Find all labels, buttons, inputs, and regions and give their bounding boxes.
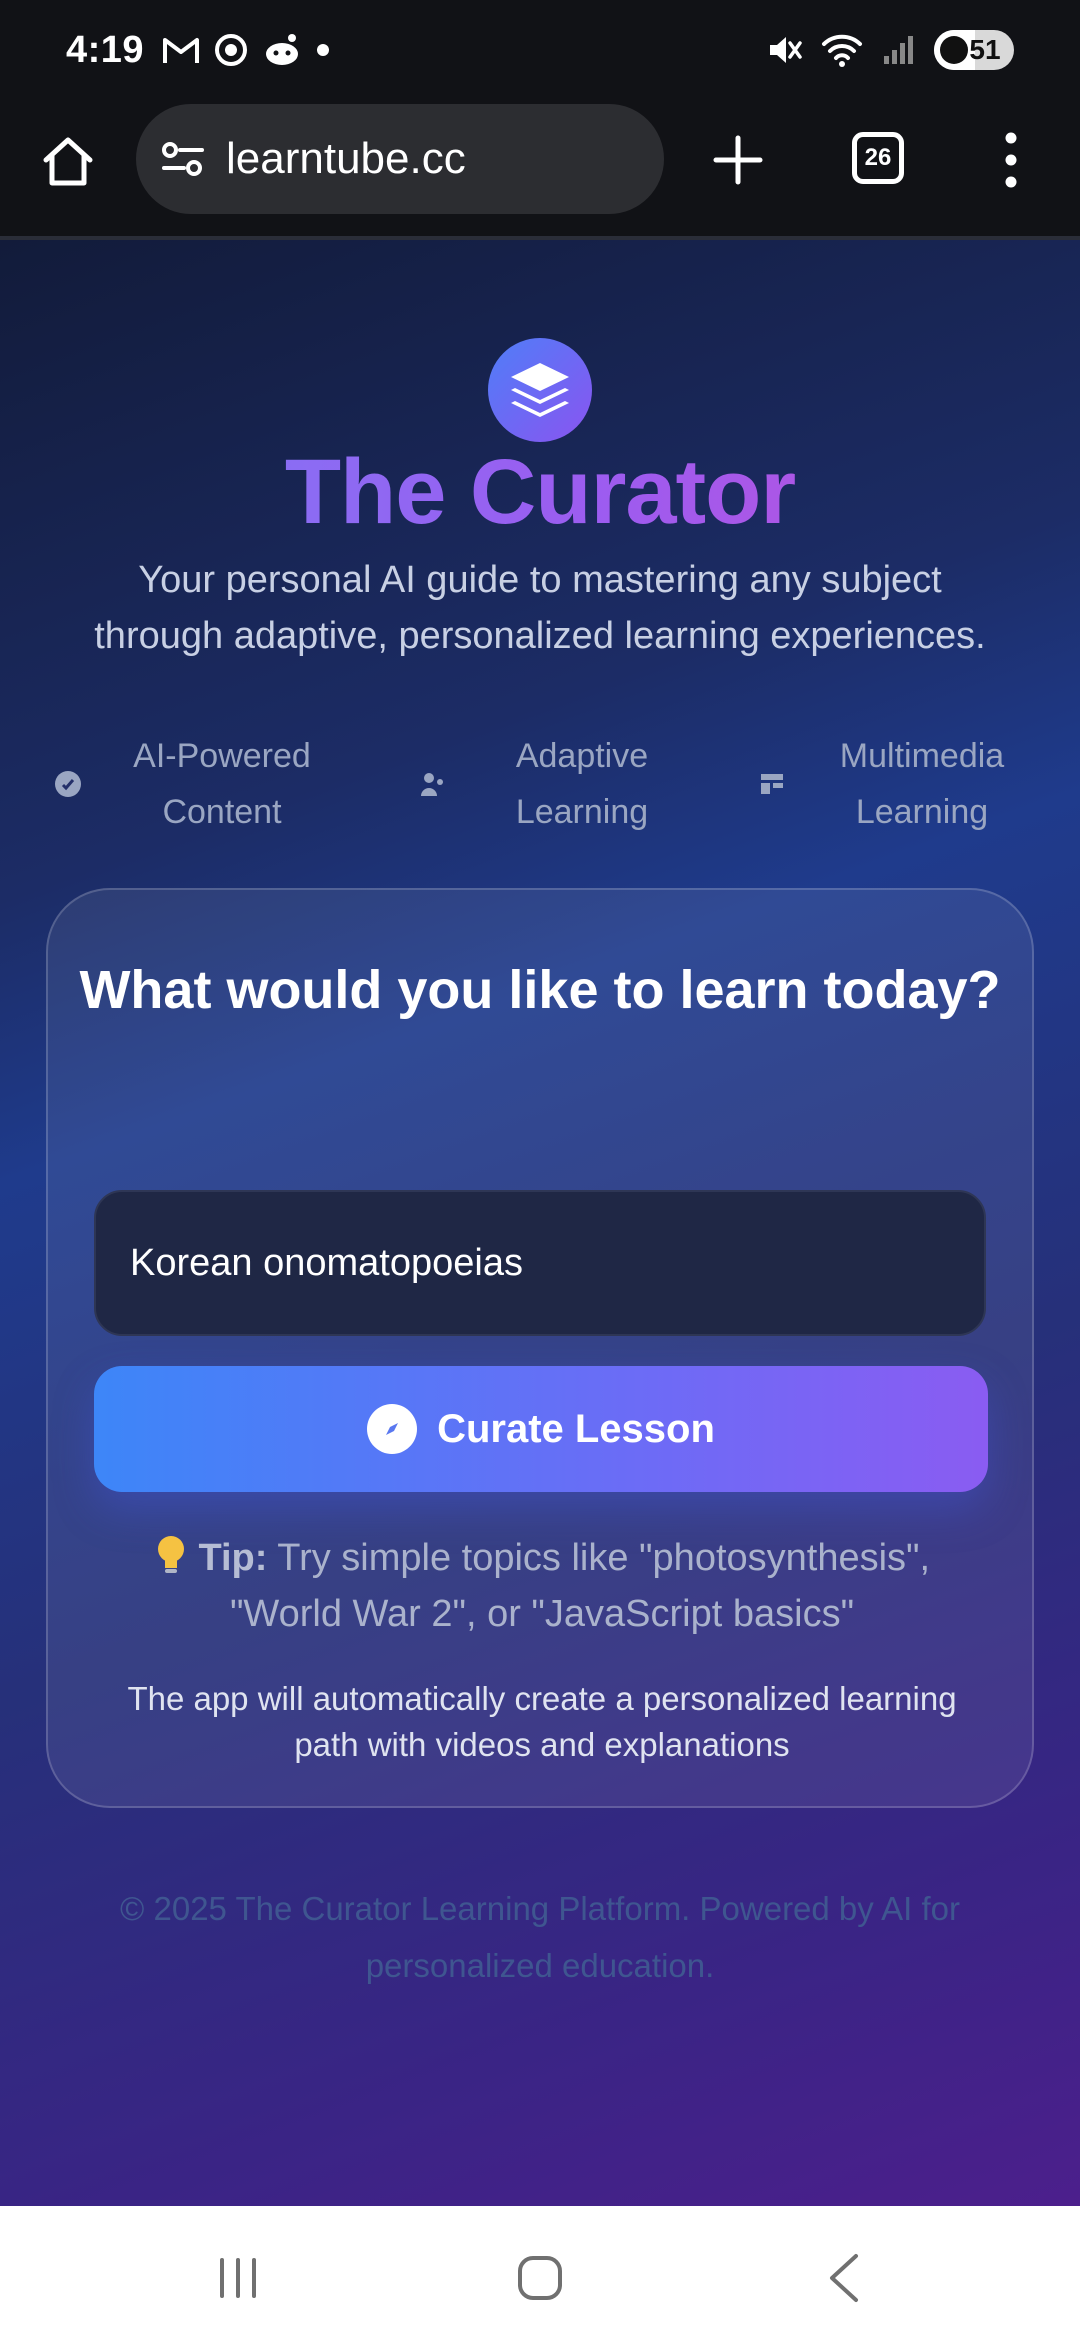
user-icon <box>412 764 452 804</box>
feature-adaptive: Adaptive Learning <box>412 728 712 840</box>
topic-input[interactable] <box>94 1190 986 1336</box>
status-bar: 4:19 51 <box>0 0 1080 100</box>
signal-icon <box>884 36 913 64</box>
recents-icon[interactable] <box>216 2256 260 2300</box>
curate-lesson-label: Curate Lesson <box>437 1406 715 1451</box>
feature-ai-powered: AI-Powered Content <box>48 728 352 840</box>
chrome-icon <box>215 34 248 66</box>
tip-text: Tip: Try simple topics like "photosynthe… <box>98 1530 986 1642</box>
back-icon[interactable] <box>826 2252 862 2304</box>
tab-switcher-button[interactable]: 26 <box>852 132 904 184</box>
mute-icon <box>770 37 802 63</box>
learn-card: What would you like to learn today? Cura… <box>46 888 1034 1808</box>
wifi-icon <box>822 34 862 67</box>
gmail-icon <box>163 38 200 63</box>
card-heading: What would you like to learn today? <box>79 960 1001 1020</box>
url-text[interactable]: learntube.cc <box>226 134 466 184</box>
feature-line: Learning <box>515 793 649 831</box>
info-text: The app will automatically create a pers… <box>127 1680 957 1763</box>
home-icon[interactable] <box>38 132 98 192</box>
new-tab-icon[interactable] <box>708 130 768 190</box>
reddit-icon <box>266 34 299 65</box>
feature-label: Multimedia Learning <box>792 728 1052 840</box>
feature-line: Adaptive <box>515 737 649 775</box>
browser-toolbar: learntube.cc 26 <box>0 100 1080 238</box>
feature-line: AI-Powered <box>133 737 311 775</box>
check-circle-icon <box>48 764 88 804</box>
footer-text: © 2025 The Curator Learning Platform. Po… <box>120 1890 960 1984</box>
system-icons: 51 <box>764 30 1014 70</box>
feature-label: AI-Powered Content <box>92 728 352 840</box>
site-settings-icon[interactable] <box>160 136 206 182</box>
status-time: 4:19 <box>66 28 145 71</box>
more-options-icon[interactable] <box>996 128 1026 192</box>
curate-lesson-button[interactable]: Curate Lesson <box>94 1366 988 1492</box>
home-nav-icon[interactable] <box>516 2254 564 2302</box>
page-title: The Curator <box>0 440 1080 545</box>
layout-icon <box>752 764 792 804</box>
dot-icon <box>317 44 330 56</box>
battery-level: 51 <box>969 34 1001 65</box>
power-saving-icon <box>940 36 968 64</box>
navigation-bar <box>0 2206 1080 2340</box>
lightbulb-icon <box>154 1536 199 1579</box>
layers-icon <box>511 363 569 417</box>
feature-line: Learning <box>855 793 989 831</box>
notification-icons <box>162 33 330 67</box>
feature-label: Adaptive Learning <box>452 728 712 840</box>
tab-count: 26 <box>864 144 892 171</box>
address-bar[interactable]: learntube.cc <box>136 104 664 214</box>
compass-icon <box>367 1404 418 1454</box>
feature-line: Content <box>162 793 282 831</box>
battery-icon: 51 <box>934 30 1014 70</box>
web-page: The Curator Your personal AI guide to ma… <box>0 240 1080 2206</box>
feature-multimedia: Multimedia Learning <box>752 728 1052 840</box>
tip-label: Tip: <box>198 1537 268 1579</box>
logo <box>488 338 592 442</box>
feature-line: Multimedia <box>839 737 1005 775</box>
tip-body: Try simple topics like "photosynthesis",… <box>229 1537 931 1635</box>
page-subtitle: Your personal AI guide to mastering any … <box>94 559 986 657</box>
